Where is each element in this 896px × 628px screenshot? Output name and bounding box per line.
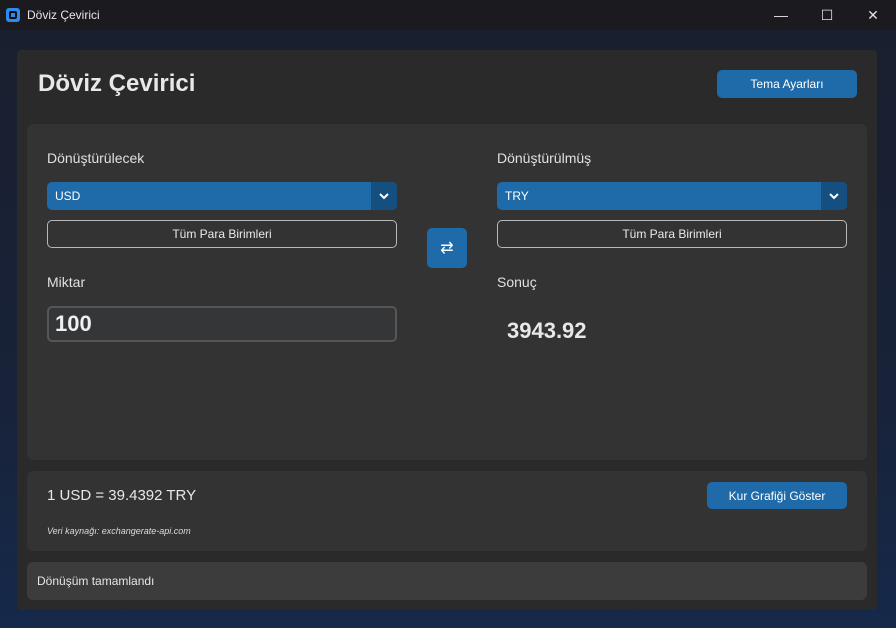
chevron-down-icon[interactable] [821,182,847,210]
main-panel: Döviz Çevirici Tema Ayarları Dönüştürüle… [17,50,877,610]
chevron-down-icon[interactable] [371,182,397,210]
converter-card: Dönüştürülecek USD Tüm Para Birimleri ⇄ … [27,124,867,460]
title-bar: Döviz Çevirici — ☐ ✕ [0,0,896,30]
amount-input[interactable]: 100 [47,306,397,342]
from-currency-select[interactable]: USD [47,182,397,210]
to-currency-value: TRY [505,189,529,203]
from-all-currencies-button[interactable]: Tüm Para Birimleri [47,220,397,248]
swap-button[interactable]: ⇄ [427,228,467,268]
to-currency-select[interactable]: TRY [497,182,847,210]
status-text: Dönüşüm tamamlandı [37,574,155,588]
status-bar: Dönüşüm tamamlandı [27,562,867,600]
data-source-text: Veri kaynağı: exchangerate-api.com [47,526,191,536]
result-value: 3943.92 [507,318,587,343]
close-button[interactable]: ✕ [850,0,896,30]
amount-label: Miktar [47,274,86,290]
exchange-rate-text: 1 USD = 39.4392 TRY [47,487,197,504]
maximize-button[interactable]: ☐ [804,0,850,30]
app-icon [6,8,20,22]
window-title: Döviz Çevirici [27,8,100,22]
rate-panel: 1 USD = 39.4392 TRY Kur Grafiği Göster V… [27,471,867,551]
show-rate-chart-button[interactable]: Kur Grafiği Göster [707,482,847,509]
window-controls: — ☐ ✕ [758,0,896,30]
from-label: Dönüştürülecek [47,150,145,166]
to-label: Dönüştürülmüş [497,150,592,166]
page-title: Döviz Çevirici [38,70,196,97]
to-all-currencies-button[interactable]: Tüm Para Birimleri [497,220,847,248]
from-currency-value: USD [55,189,81,203]
minimize-button[interactable]: — [758,0,804,30]
swap-icon: ⇄ [440,240,454,257]
theme-settings-button[interactable]: Tema Ayarları [717,70,857,98]
result-label: Sonuç [497,274,537,290]
